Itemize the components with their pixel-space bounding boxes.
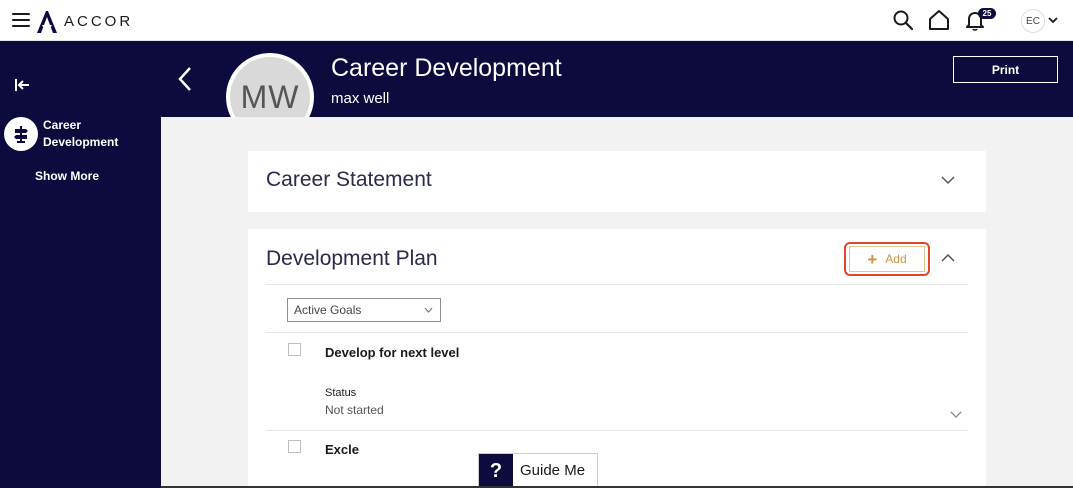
page-title: Career Development bbox=[331, 54, 562, 82]
sidebar-item-career-development[interactable]: Career Development bbox=[4, 114, 154, 154]
chevron-down-icon[interactable] bbox=[950, 410, 962, 419]
status-label: Status bbox=[325, 387, 357, 399]
search-icon[interactable] bbox=[892, 9, 914, 31]
user-avatar[interactable]: EC bbox=[1021, 9, 1045, 33]
top-bar: ACCOR 25 EC bbox=[0, 0, 1073, 41]
accor-logo-mark bbox=[37, 11, 57, 33]
home-icon[interactable] bbox=[928, 9, 950, 31]
show-more-link[interactable]: Show More bbox=[35, 169, 99, 183]
help-icon: ? bbox=[479, 454, 513, 488]
back-arrow-icon[interactable] bbox=[176, 66, 194, 92]
left-sidebar bbox=[0, 41, 161, 488]
career-statement-title: Career Statement bbox=[266, 168, 432, 191]
status-value: Not started bbox=[325, 403, 384, 417]
guide-me-label: Guide Me bbox=[520, 462, 586, 479]
chevron-up-icon[interactable] bbox=[941, 253, 955, 263]
goal-title[interactable]: Develop for next level bbox=[325, 345, 459, 360]
development-plan-title: Development Plan bbox=[266, 247, 438, 270]
goal-checkbox[interactable] bbox=[288, 440, 301, 453]
employee-name: max well bbox=[331, 90, 390, 107]
chevron-down-icon[interactable] bbox=[941, 175, 955, 185]
goal-filter-select[interactable]: Active Goals bbox=[287, 298, 441, 322]
divider bbox=[266, 430, 968, 431]
brand-name: ACCOR bbox=[64, 12, 134, 30]
collapse-sidebar-icon[interactable] bbox=[14, 78, 30, 92]
notification-badge: 25 bbox=[978, 8, 996, 19]
print-button[interactable]: Print bbox=[953, 56, 1058, 83]
menu-icon[interactable] bbox=[12, 13, 30, 27]
chevron-down-icon[interactable] bbox=[1048, 15, 1058, 25]
chevron-down-icon bbox=[424, 307, 433, 313]
plus-icon: + bbox=[867, 249, 878, 269]
add-goal-button[interactable]: + Add bbox=[844, 242, 930, 276]
accor-logo[interactable]: ACCOR bbox=[34, 7, 133, 35]
guide-me-button[interactable]: ? Guide Me bbox=[478, 453, 598, 488]
add-label: Add bbox=[885, 252, 907, 266]
goal-filter-value: Active Goals bbox=[294, 303, 362, 317]
divider bbox=[266, 284, 968, 285]
signpost-icon bbox=[4, 117, 38, 151]
divider bbox=[266, 332, 968, 333]
goal-checkbox[interactable] bbox=[288, 343, 301, 356]
sidebar-item-label: Career Development bbox=[43, 118, 119, 149]
goal-title[interactable]: Excle bbox=[325, 442, 359, 457]
